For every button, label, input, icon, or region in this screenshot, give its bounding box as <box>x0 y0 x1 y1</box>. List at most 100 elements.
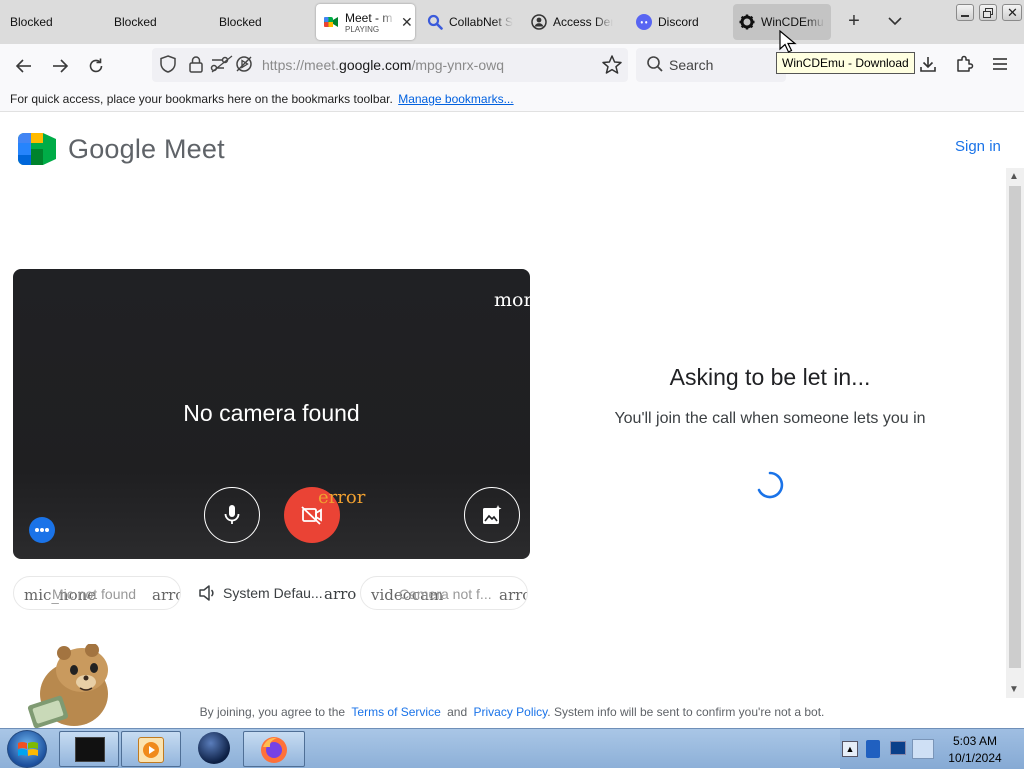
taskbar-item-firefox[interactable] <box>243 731 305 767</box>
url-prefix: https://meet. <box>262 57 340 73</box>
google-meet-logo-text: Google Meet <box>68 134 225 165</box>
tab-discord[interactable]: Discord <box>632 4 730 40</box>
windows-taskbar: ▲ 5:03 AM 10/1/2024 <box>0 728 1024 769</box>
speaker-label: System Defau... <box>223 585 323 601</box>
tab-blocked-2[interactable]: Blocked <box>108 4 208 40</box>
clock-time[interactable]: 5:03 AM <box>940 734 1010 748</box>
loading-spinner-icon <box>755 470 785 500</box>
tab-label: Blocked <box>10 15 53 29</box>
privacy-policy-link[interactable]: Privacy Policy <box>473 705 547 719</box>
no-camera-message: No camera found <box>183 400 360 426</box>
google-meet-logo-icon <box>18 133 56 165</box>
logo-google-text: Google <box>68 134 157 164</box>
forward-button[interactable] <box>46 52 74 80</box>
bookmarks-toolbar: For quick access, place your bookmarks h… <box>0 86 1024 112</box>
tray-bluetooth-icon[interactable] <box>866 740 880 758</box>
scroll-down-icon[interactable]: ▼ <box>1009 684 1019 695</box>
google-meet-favicon-icon <box>323 14 339 30</box>
speaker-arrow-text: arro <box>324 585 357 603</box>
tab-close-icon[interactable]: ✕ <box>401 14 413 31</box>
tab-blocked-3[interactable]: Blocked <box>212 4 312 40</box>
autoplay-blocked-icon[interactable] <box>234 54 254 74</box>
tab-label: CollabNet S <box>449 15 513 29</box>
tracking-shield-icon[interactable] <box>158 54 178 74</box>
bookmark-star-icon[interactable] <box>601 54 623 76</box>
more-horizontal-icon <box>35 528 49 532</box>
show-hidden-icons-icon[interactable]: ▲ <box>842 741 858 757</box>
microphone-toggle-button[interactable] <box>204 487 260 543</box>
camera-label: Camera not f... <box>399 586 492 602</box>
speaker-select[interactable]: System Defau... arro <box>196 576 361 610</box>
logo-meet-text: Meet <box>163 134 225 164</box>
tab-strip: Blocked Blocked Blocked Meet - m PLAYING… <box>0 0 1024 44</box>
speaker-icon <box>199 585 214 601</box>
sign-in-link[interactable]: Sign in <box>955 138 1001 155</box>
downloads-icon[interactable] <box>918 54 938 74</box>
scroll-up-icon[interactable]: ▲ <box>1009 171 1019 182</box>
media-player-icon <box>138 737 164 763</box>
tab-meet[interactable]: Meet - m PLAYING ✕ <box>316 4 415 40</box>
close-icon: ✕ <box>1007 5 1018 20</box>
tab-blocked-1[interactable]: Blocked <box>4 4 104 40</box>
visual-effects-button[interactable] <box>464 487 520 543</box>
arrow-right-icon <box>53 59 69 73</box>
discord-favicon-icon <box>636 14 652 30</box>
footer-and: and <box>447 705 468 719</box>
asking-subtitle: You'll join the call when someone lets y… <box>614 410 926 427</box>
clock-date[interactable]: 10/1/2024 <box>940 751 1010 765</box>
tab-label: Blocked <box>114 15 157 29</box>
minimize-window-button[interactable] <box>956 4 974 21</box>
tab-access-denied[interactable]: Access Den <box>527 4 627 40</box>
tab-collabnet[interactable]: CollabNet S <box>421 4 521 40</box>
video-preview: mor No camera found error <box>13 269 530 559</box>
taskbar-item-media[interactable] <box>121 731 181 767</box>
manage-bookmarks-link[interactable]: Manage bookmarks... <box>398 92 513 106</box>
close-window-button[interactable]: ✕ <box>1002 4 1022 21</box>
extensions-puzzle-icon[interactable] <box>954 54 974 74</box>
mic-label: Mic not found <box>52 586 137 602</box>
terms-footer: By joining, you agree to the Terms of Se… <box>0 705 1024 719</box>
tab-playing-label: PLAYING <box>345 24 380 34</box>
lock-icon[interactable] <box>186 54 206 74</box>
tab-label: Access Den <box>553 15 613 29</box>
gear-favicon-icon <box>739 14 755 30</box>
search-favicon-icon <box>427 14 443 30</box>
restore-window-button[interactable] <box>979 4 997 21</box>
bookmarks-hint-text: For quick access, place your bookmarks h… <box>10 92 393 106</box>
tray-app-icon[interactable] <box>912 739 934 759</box>
microphone-icon <box>224 505 240 524</box>
reload-button[interactable] <box>82 52 110 80</box>
microphone-select[interactable]: mic_none Mic not found arro <box>13 576 181 610</box>
back-button[interactable] <box>10 52 38 80</box>
url-domain: google.com <box>339 57 412 73</box>
restore-icon-back <box>983 11 991 18</box>
system-tray: ▲ 5:03 AM 10/1/2024 <box>840 729 1024 769</box>
taskbar-item-globe-icon[interactable] <box>198 732 230 764</box>
firefox-icon <box>261 737 287 763</box>
tab-label: WinCDEmu <box>761 15 824 29</box>
taskbar-item-terminal[interactable] <box>59 731 119 767</box>
search-placeholder: Search <box>669 57 714 73</box>
more-options-label[interactable]: mor <box>494 289 530 311</box>
url-path: /mpg-ynrx-owq <box>411 57 505 73</box>
tab-list-chevron-down-icon[interactable] <box>884 10 906 32</box>
scrollbar-thumb[interactable] <box>1009 186 1021 668</box>
arrow-left-icon <box>15 59 31 73</box>
more-options-button[interactable] <box>29 517 55 543</box>
permissions-icon[interactable] <box>210 54 234 74</box>
url-text[interactable]: https://meet.google.com/mpg-ynrx-owq <box>262 57 504 73</box>
search-icon <box>646 55 664 73</box>
tray-network-icon[interactable] <box>890 741 906 755</box>
menu-hamburger-icon[interactable] <box>990 54 1010 74</box>
new-tab-plus-icon[interactable]: + <box>843 10 865 32</box>
minimize-icon <box>961 15 969 17</box>
tab-label: Discord <box>658 15 699 29</box>
terminal-icon <box>75 737 105 762</box>
tab-label: Meet - m <box>345 10 393 25</box>
windows-logo-icon <box>18 742 38 756</box>
terms-of-service-link[interactable]: Terms of Service <box>351 705 440 719</box>
footer-prefix: By joining, you agree to the <box>199 705 346 719</box>
bookmarks-hint: For quick access, place your bookmarks h… <box>10 92 514 106</box>
start-button[interactable] <box>7 730 47 768</box>
camera-select[interactable]: videocam Camera not f... arro <box>360 576 528 610</box>
